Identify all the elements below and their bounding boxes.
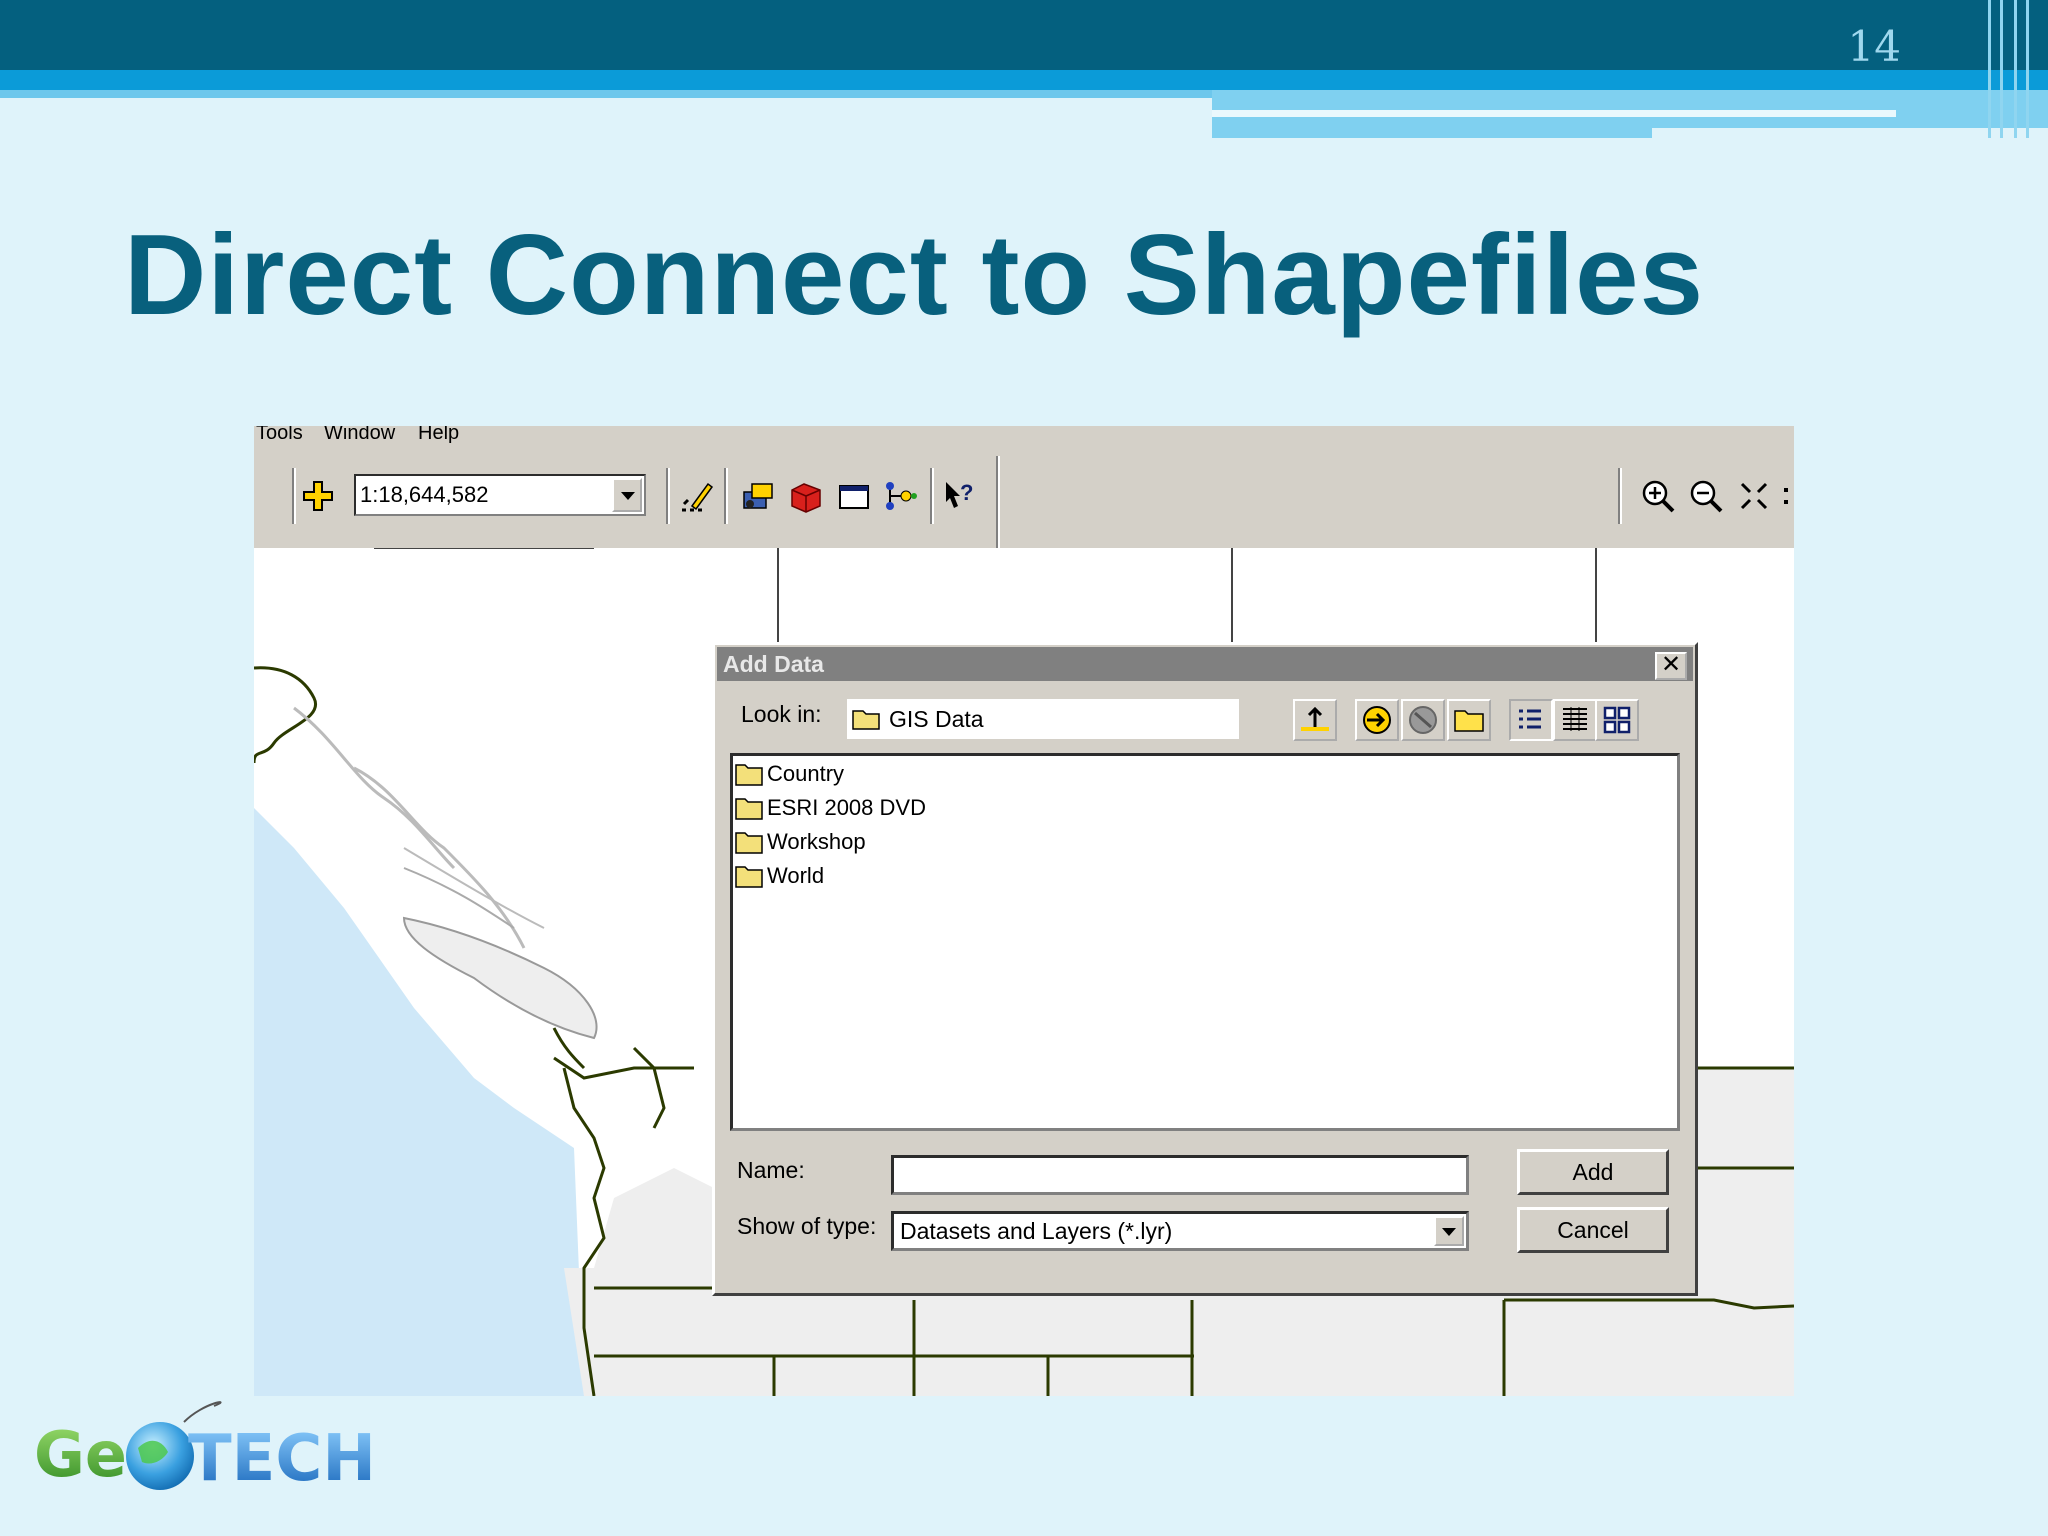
list-view-icon: [1519, 709, 1541, 729]
model-builder-icon[interactable]: [882, 478, 918, 514]
details-view-icon: [1563, 707, 1587, 731]
menu-bar: Tools Window Help: [254, 426, 1794, 456]
show-of-type-value: Datasets and Layers (*.lyr): [900, 1218, 1173, 1244]
name-input[interactable]: [891, 1155, 1469, 1195]
connect-to-folder-button[interactable]: [1355, 699, 1399, 741]
toolbar-separator: [996, 456, 1000, 548]
whats-this-help-icon[interactable]: ?: [942, 478, 978, 514]
geotech-logo: Ge TECH: [34, 1401, 376, 1496]
add-button[interactable]: Add: [1517, 1149, 1669, 1195]
connect-to-folder-icon: [1363, 706, 1391, 734]
svg-text:Ge: Ge: [34, 1418, 127, 1491]
slide-number: 14: [1847, 22, 1901, 71]
close-button[interactable]: ✕: [1655, 652, 1687, 680]
menu-item-help[interactable]: Help: [418, 426, 459, 443]
look-in-value: GIS Data: [889, 706, 984, 732]
command-line-icon[interactable]: [836, 478, 872, 514]
dialog-title-bar[interactable]: Add Data ✕: [717, 647, 1693, 681]
list-item-label: Country: [767, 761, 845, 786]
map-scale-value: 1:18,644,582: [360, 482, 489, 507]
add-data-dialog: Add Data ✕ Look in: GIS Data Country ESR…: [712, 642, 1698, 1296]
menu-item-tools[interactable]: Tools: [256, 426, 303, 443]
thumbnails-view-icon: [1603, 706, 1631, 734]
slide-header-vline: [2000, 0, 2003, 138]
toolbar-separator: [1618, 468, 1622, 524]
slide-header-stripe-light: [0, 90, 1212, 98]
dialog-title: Add Data: [723, 651, 824, 677]
thumbnails-view-button[interactable]: [1595, 699, 1639, 741]
slide-header-vline: [1988, 0, 1991, 138]
add-data-icon[interactable]: [300, 478, 336, 514]
menu-item-window[interactable]: Window: [324, 426, 395, 443]
list-item-label: ESRI 2008 DVD: [767, 795, 926, 820]
standard-toolbar: 1:18,644,582 ?: [254, 456, 1794, 550]
show-of-type-select[interactable]: Datasets and Layers (*.lyr): [891, 1211, 1469, 1251]
show-of-type-label: Show of type:: [737, 1213, 877, 1239]
toolbar-separator: [666, 468, 670, 524]
zoom-in-icon[interactable]: [1640, 478, 1676, 514]
slide-title: Direct Connect to Shapefiles: [124, 212, 1704, 339]
look-in-combobox[interactable]: GIS Data: [847, 699, 1239, 739]
folder-icon: [735, 798, 763, 820]
slide-header-stripe: [0, 70, 2048, 90]
list-item-label: Workshop: [767, 829, 866, 854]
zoom-out-icon[interactable]: [1688, 478, 1724, 514]
svg-text:TECH: TECH: [188, 1422, 376, 1496]
new-folder-icon: [1454, 710, 1484, 732]
editor-toolbar-icon[interactable]: [678, 478, 714, 514]
toolbar-separator: [292, 468, 296, 524]
chevron-down-icon[interactable]: [612, 478, 642, 512]
fixed-zoom-in-icon[interactable]: [1736, 478, 1772, 514]
look-in-label: Look in:: [741, 701, 822, 727]
disconnect-from-folder-button[interactable]: [1401, 699, 1445, 741]
slide-header-vline: [2026, 0, 2029, 138]
svg-text:?: ?: [960, 480, 973, 505]
slide-header-line: [1212, 110, 1896, 117]
up-one-level-icon: [1301, 706, 1329, 731]
disconnect-from-folder-icon: [1409, 706, 1437, 734]
details-view-button[interactable]: [1553, 699, 1597, 741]
slide-header-bar: [0, 0, 2048, 70]
toolbar-overflow-icon[interactable]: [1780, 478, 1794, 514]
name-label: Name:: [737, 1157, 805, 1183]
toolbox-icon[interactable]: [788, 478, 824, 514]
map-scale-combobox[interactable]: 1:18,644,582: [354, 474, 646, 516]
close-icon: ✕: [1660, 651, 1682, 678]
toolbar-separator: [930, 468, 934, 524]
folder-icon: [735, 832, 763, 854]
list-view-button[interactable]: [1509, 699, 1553, 741]
cancel-button[interactable]: Cancel: [1517, 1207, 1669, 1253]
toolbar-separator: [724, 468, 728, 524]
new-folder-button[interactable]: [1447, 699, 1491, 741]
folder-icon: [735, 764, 763, 786]
list-item-label: World: [767, 863, 825, 888]
up-one-level-button[interactable]: [1293, 699, 1337, 741]
file-list[interactable]: Country ESRI 2008 DVD Workshop World: [730, 753, 1680, 1131]
slide-header-vline: [2014, 0, 2017, 138]
folder-icon: [735, 866, 763, 888]
folder-icon: [852, 710, 880, 730]
arc-toolbox-icon[interactable]: [740, 478, 776, 514]
chevron-down-icon[interactable]: [1434, 1216, 1464, 1246]
